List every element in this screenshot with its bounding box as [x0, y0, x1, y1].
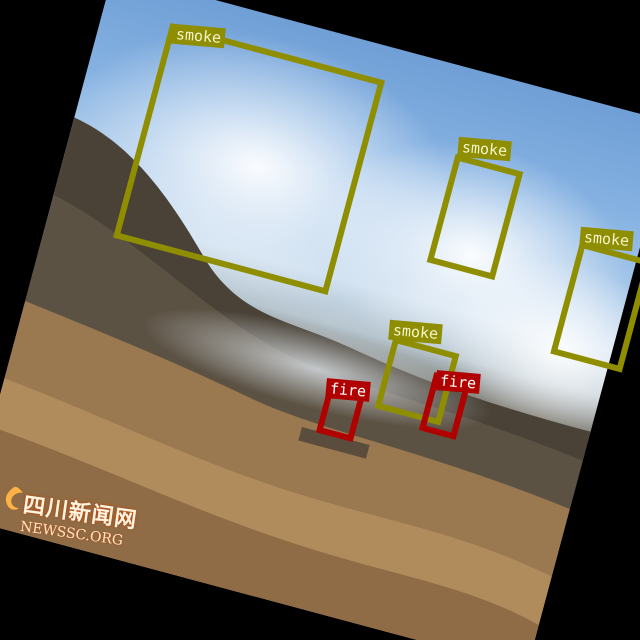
smoke-detection-2: smoke — [426, 135, 524, 281]
smoke-detection-3: smoke — [550, 225, 640, 373]
image-canvas: smoke smoke smoke smoke fire fire 四川新闻网 … — [0, 0, 640, 640]
fire-detection-1: fire — [315, 372, 378, 443]
smoke-detection-1: smoke — [113, 18, 385, 295]
fire-detection-2: fire — [418, 366, 482, 440]
detection-label: fire — [435, 370, 481, 394]
detection-label: fire — [325, 378, 371, 402]
